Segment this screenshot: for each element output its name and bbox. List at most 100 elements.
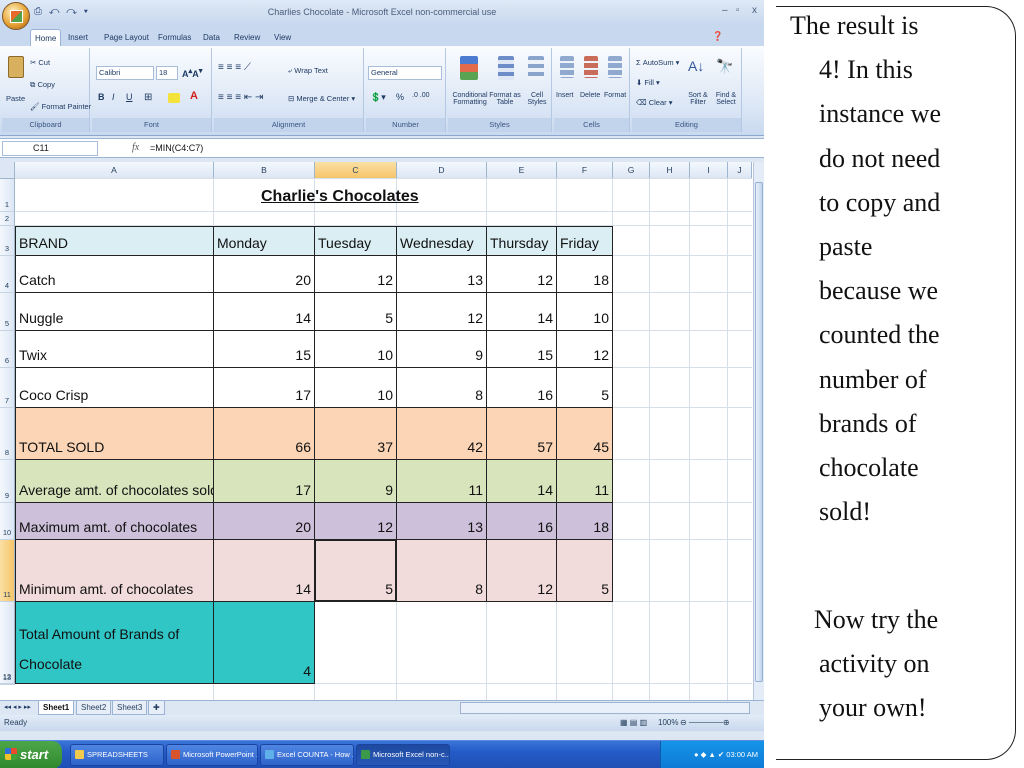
- close-button[interactable]: x: [752, 5, 757, 16]
- column-header-a[interactable]: A: [15, 162, 214, 179]
- row-header-3[interactable]: 3: [0, 226, 15, 256]
- value-cell[interactable]: 12: [487, 256, 557, 293]
- fill-button[interactable]: ⬇ Fill ▾: [636, 78, 660, 87]
- brands-label-cell[interactable]: Total Amount of Brands of Chocolate: [15, 602, 214, 684]
- column-header-j[interactable]: J: [728, 162, 752, 179]
- value-cell[interactable]: 12: [487, 540, 557, 602]
- value-cell[interactable]: 12: [315, 503, 397, 540]
- tab-home[interactable]: Home: [30, 29, 62, 46]
- fill-color-icon[interactable]: [168, 93, 180, 103]
- value-cell[interactable]: 42: [397, 408, 487, 460]
- align-left-icon[interactable]: ≡ ≡ ≡ ⇤ ⇥: [218, 92, 263, 103]
- row-label-cell[interactable]: TOTAL SOLD: [15, 408, 214, 460]
- clear-button[interactable]: ⌫ Clear ▾: [636, 98, 673, 107]
- taskbar-spreadsheets[interactable]: SPREADSHEETS: [70, 744, 164, 766]
- sheet-tab-1[interactable]: Sheet1: [38, 701, 75, 715]
- column-header-i[interactable]: I: [690, 162, 728, 179]
- align-top-icon[interactable]: ≡ ≡ ≡ ⟋: [218, 62, 251, 73]
- header-cell-1[interactable]: Monday: [214, 226, 315, 256]
- tab-view[interactable]: View: [270, 29, 295, 46]
- column-header-e[interactable]: E: [487, 162, 557, 179]
- row-header-6[interactable]: 6: [0, 331, 15, 368]
- taskbar-browser[interactable]: Excel COUNTA - How ...: [260, 744, 354, 766]
- header-cell-2[interactable]: Tuesday: [315, 226, 397, 256]
- conditional-formatting-button[interactable]: Conditional Formatting: [450, 92, 490, 106]
- value-cell[interactable]: 9: [315, 460, 397, 503]
- view-buttons-icon[interactable]: ▦ ▤ ▥: [620, 715, 647, 731]
- tab-review[interactable]: Review: [230, 29, 264, 46]
- vertical-scroll-thumb[interactable]: [755, 182, 763, 682]
- font-color-icon[interactable]: A: [190, 90, 198, 102]
- value-cell[interactable]: 17: [214, 460, 315, 503]
- help-icon[interactable]: ❓: [712, 31, 723, 42]
- format-as-table-button[interactable]: Format as Table: [488, 92, 522, 106]
- value-cell[interactable]: 11: [397, 460, 487, 503]
- value-cell[interactable]: 9: [397, 331, 487, 368]
- select-all-corner[interactable]: [0, 162, 15, 179]
- tab-insert[interactable]: Insert: [64, 29, 92, 46]
- row-header-8[interactable]: 8: [0, 408, 15, 460]
- row-header-9[interactable]: 9: [0, 460, 15, 503]
- sheet-tab-2[interactable]: Sheet2: [76, 701, 112, 715]
- tab-formulas[interactable]: Formulas: [154, 29, 195, 46]
- value-cell[interactable]: 12: [315, 256, 397, 293]
- value-cell[interactable]: 15: [487, 331, 557, 368]
- tray-icons[interactable]: ● ◆ ▲ ✔: [694, 750, 726, 759]
- insert-button[interactable]: Insert: [556, 92, 574, 99]
- column-header-c[interactable]: C: [315, 162, 397, 179]
- row-label-cell[interactable]: Coco Crisp: [15, 368, 214, 408]
- bold-button[interactable]: B: [98, 92, 105, 102]
- paste-button[interactable]: Paste: [6, 94, 25, 103]
- sort-filter-button[interactable]: Sort & Filter: [684, 92, 712, 106]
- header-cell-5[interactable]: Friday: [557, 226, 613, 256]
- column-header-b[interactable]: B: [214, 162, 315, 179]
- header-cell-3[interactable]: Wednesday: [397, 226, 487, 256]
- header-cell-0[interactable]: BRAND: [15, 226, 214, 256]
- autosum-button[interactable]: Σ AutoSum ▾: [636, 58, 679, 67]
- row-label-cell[interactable]: Catch: [15, 256, 214, 293]
- value-cell[interactable]: 45: [557, 408, 613, 460]
- delete-cells-icon[interactable]: [584, 56, 598, 78]
- value-cell[interactable]: 13: [397, 256, 487, 293]
- value-cell[interactable]: 12: [557, 331, 613, 368]
- sheet-nav-icon[interactable]: ◂◂ ◂ ▸ ▸▸: [4, 703, 31, 711]
- cell-styles-button[interactable]: Cell Styles: [522, 92, 552, 106]
- name-box[interactable]: C11: [2, 141, 98, 156]
- row-header-7[interactable]: 7: [0, 368, 15, 408]
- row-label-cell[interactable]: Twix: [15, 331, 214, 368]
- value-cell[interactable]: 15: [214, 331, 315, 368]
- value-cell[interactable]: 20: [214, 256, 315, 293]
- insert-cells-icon[interactable]: [560, 56, 574, 78]
- copy-button[interactable]: ⧉ Copy: [30, 80, 55, 90]
- sheet-tab-3[interactable]: Sheet3: [112, 701, 148, 715]
- restore-button[interactable]: ▫: [736, 5, 740, 16]
- value-cell[interactable]: 16: [487, 368, 557, 408]
- cut-button[interactable]: ✂ Cut: [30, 58, 50, 67]
- row-header-1[interactable]: 1: [0, 179, 15, 212]
- value-cell[interactable]: 10: [315, 331, 397, 368]
- value-cell[interactable]: 18: [557, 256, 613, 293]
- value-cell[interactable]: 11: [557, 460, 613, 503]
- number-format-select[interactable]: General: [368, 66, 442, 80]
- tab-data[interactable]: Data: [199, 29, 224, 46]
- value-cell[interactable]: 5: [557, 540, 613, 602]
- find-select-button[interactable]: Find & Select: [712, 92, 740, 106]
- value-cell[interactable]: 10: [557, 293, 613, 331]
- row-label-cell[interactable]: Maximum amt. of chocolates: [15, 503, 214, 540]
- row-header-2[interactable]: 2: [0, 212, 15, 226]
- borders-icon[interactable]: ⊞: [144, 92, 152, 103]
- row-header-13[interactable]: 13: [0, 673, 15, 685]
- value-cell[interactable]: 5: [557, 368, 613, 408]
- delete-button[interactable]: Delete: [580, 92, 600, 99]
- fx-icon[interactable]: fx: [132, 142, 139, 153]
- value-cell[interactable]: 14: [487, 293, 557, 331]
- minimize-button[interactable]: –: [722, 5, 728, 16]
- row-label-cell[interactable]: Average amt. of chocolates sold: [15, 460, 214, 503]
- font-size-select[interactable]: 18: [156, 66, 178, 80]
- find-select-icon[interactable]: 🔭: [716, 58, 733, 75]
- decimal-icon[interactable]: .0 .00: [412, 92, 430, 99]
- value-cell[interactable]: 14: [487, 460, 557, 503]
- value-cell[interactable]: 12: [397, 293, 487, 331]
- start-button[interactable]: start: [0, 741, 62, 768]
- value-cell[interactable]: 20: [214, 503, 315, 540]
